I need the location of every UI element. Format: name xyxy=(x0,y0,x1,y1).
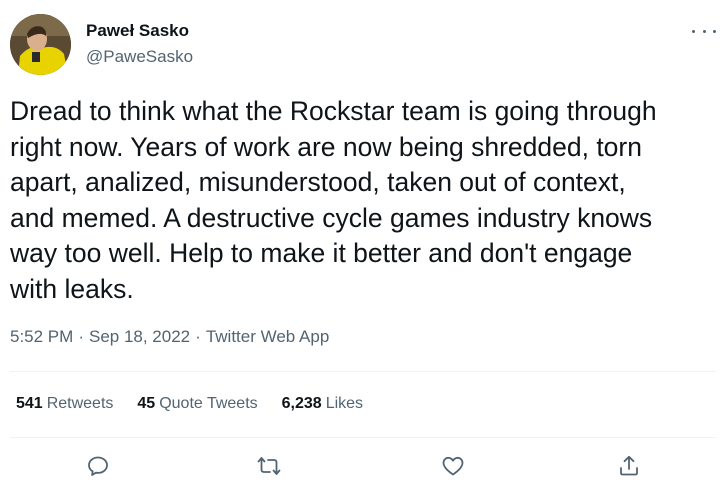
quotes-label: Quote Tweets xyxy=(159,395,258,412)
avatar[interactable] xyxy=(10,14,71,75)
like-button[interactable] xyxy=(439,452,467,480)
share-icon xyxy=(620,455,638,476)
display-name[interactable]: Paweł Sasko xyxy=(86,21,189,41)
tweet-stats: 541 Retweets 45 Quote Tweets 6,238 Likes xyxy=(16,395,387,413)
like-icon xyxy=(442,456,464,476)
divider xyxy=(10,371,716,372)
avatar-image xyxy=(10,14,71,75)
tweet-meta: 5:52 PM · Sep 18, 2022 · Twitter Web App xyxy=(10,327,329,347)
user-handle[interactable]: @PaweSasko xyxy=(86,47,193,67)
share-button[interactable] xyxy=(615,452,643,480)
reply-button[interactable] xyxy=(84,452,112,480)
retweet-icon xyxy=(257,457,281,475)
tweet-time[interactable]: 5:52 PM xyxy=(10,327,73,347)
divider xyxy=(10,437,716,438)
retweets-label: Retweets xyxy=(46,395,114,412)
retweet-button[interactable] xyxy=(255,452,283,480)
meta-separator: · xyxy=(78,327,84,346)
reply-icon xyxy=(88,456,108,476)
likes-label: Likes xyxy=(325,395,364,412)
likes-stat[interactable]: 6,238 Likes xyxy=(282,395,363,413)
likes-count: 6,238 xyxy=(281,395,322,412)
tweet-date[interactable]: Sep 18, 2022 xyxy=(89,327,190,347)
tweet-source[interactable]: Twitter Web App xyxy=(206,327,329,347)
more-horizontal-icon[interactable] xyxy=(692,26,716,36)
meta-separator: · xyxy=(195,327,201,346)
tweet-text: Dread to think what the Rockstar team is… xyxy=(10,96,657,304)
retweets-stat[interactable]: 541 Retweets xyxy=(16,395,113,413)
quotes-count: 45 xyxy=(137,395,156,412)
quotes-stat[interactable]: 45 Quote Tweets xyxy=(137,395,257,413)
action-bar xyxy=(0,452,727,482)
retweets-count: 541 xyxy=(16,395,43,412)
